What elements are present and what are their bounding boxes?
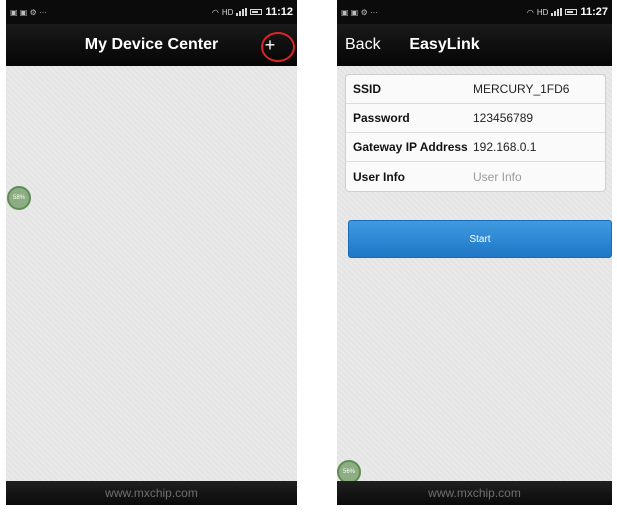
nav-bar: My Device Center + xyxy=(6,24,297,66)
battery-icon xyxy=(565,9,578,15)
footer-link: www.mxchip.com xyxy=(6,481,297,505)
status-bar: ▣ ▣ ⚙ ··· ◠ HD 11:12 xyxy=(6,0,297,24)
network-type: HD xyxy=(221,7,234,17)
userinfo-label: User Info xyxy=(353,169,406,184)
easylink-form-area: SSID MERCURY_1FD6 Password 123456789 Gat… xyxy=(337,66,612,481)
page-title: EasyLink xyxy=(409,36,480,53)
signal-icon xyxy=(236,8,248,16)
userinfo-row: User Info User Info xyxy=(346,162,605,191)
userinfo-field[interactable]: User Info xyxy=(473,170,522,184)
device-center-screen: ▣ ▣ ⚙ ··· ◠ HD 11:12 My Device Center + … xyxy=(6,0,297,505)
status-indicators: ◠ HD 11:12 xyxy=(212,6,293,18)
ssid-label: SSID xyxy=(353,82,382,96)
status-indicators: ◠ HD 11:27 xyxy=(527,6,608,18)
gateway-row: Gateway IP Address 192.168.0.1 xyxy=(346,133,605,162)
wifi-config-form: SSID MERCURY_1FD6 Password 123456789 Gat… xyxy=(345,74,606,192)
page-title: My Device Center xyxy=(84,36,219,53)
start-button[interactable]: Start xyxy=(348,220,612,258)
wifi-icon: ◠ xyxy=(211,7,219,17)
password-label: Password xyxy=(353,111,410,125)
ssid-row: SSID MERCURY_1FD6 xyxy=(346,75,605,104)
clock: 11:12 xyxy=(265,6,293,18)
wifi-icon: ◠ xyxy=(526,7,534,17)
gateway-field[interactable]: 192.168.0.1 xyxy=(473,140,536,154)
notification-icons: ▣ ▣ ⚙ ··· xyxy=(10,7,47,17)
status-bar: ▣ ▣ ⚙ ··· ◠ HD 11:27 xyxy=(337,0,612,24)
highlight-circle xyxy=(261,32,295,62)
notification-icons: ▣ ▣ ⚙ ··· xyxy=(341,7,378,17)
footer-link: www.mxchip.com xyxy=(337,481,612,505)
gateway-label: Gateway IP Address xyxy=(353,140,468,154)
nav-bar: Back EasyLink xyxy=(337,24,612,66)
battery-icon xyxy=(250,9,263,15)
device-list xyxy=(6,66,297,481)
signal-icon xyxy=(551,8,563,16)
password-field[interactable]: 123456789 xyxy=(473,111,533,125)
ssid-field[interactable]: MERCURY_1FD6 xyxy=(473,82,569,96)
network-type: HD xyxy=(536,7,549,17)
password-row: Password 123456789 xyxy=(346,104,605,133)
clock: 11:27 xyxy=(580,6,608,18)
floating-progress-bubble[interactable]: 58% xyxy=(7,186,31,210)
easylink-screen: ▣ ▣ ⚙ ··· ◠ HD 11:27 Back EasyLink SSID … xyxy=(337,0,612,505)
